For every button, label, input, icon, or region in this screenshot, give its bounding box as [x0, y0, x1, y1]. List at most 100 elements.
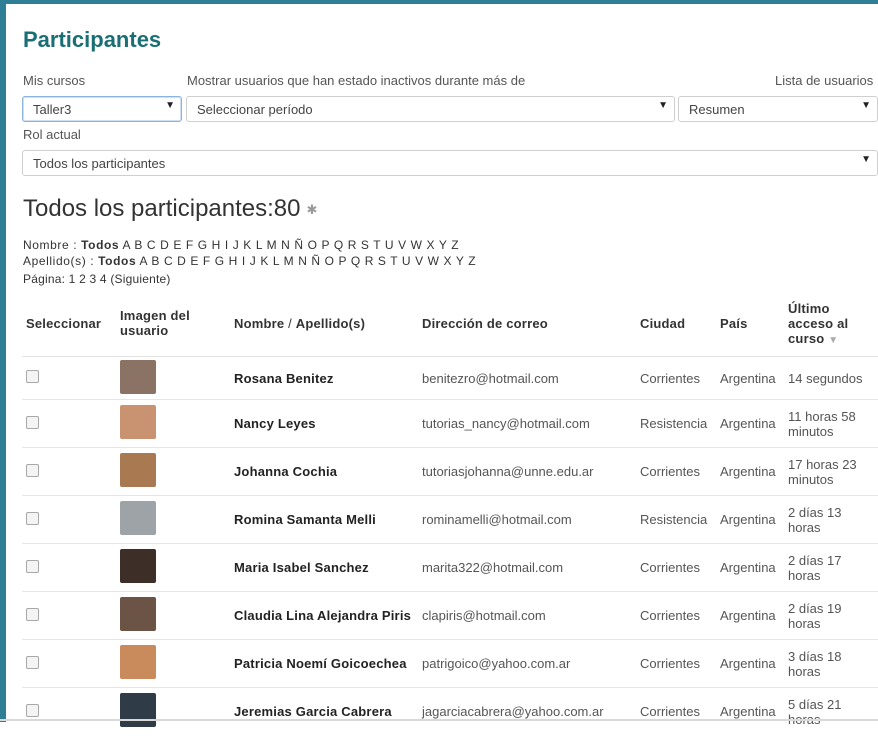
header-first-name[interactable]: Nombre — [234, 316, 284, 331]
user-avatar[interactable] — [120, 645, 156, 679]
last-name-filter-letter-link[interactable]: A — [140, 254, 148, 268]
last-name-filter-letter-link[interactable]: P — [339, 254, 347, 268]
first-name-filter-letter-link[interactable]: A — [122, 238, 130, 252]
select-checkbox[interactable] — [26, 655, 39, 669]
first-name-filter-letter-link[interactable]: K — [243, 238, 252, 252]
last-name-filter-letter-link[interactable]: R — [365, 254, 374, 268]
user-avatar[interactable] — [120, 501, 156, 535]
header-city[interactable]: Ciudad — [636, 290, 716, 357]
gear-icon[interactable]: ✱ — [307, 202, 318, 217]
user-avatar[interactable] — [120, 549, 156, 583]
first-name-filter-letter-link[interactable]: E — [173, 238, 182, 252]
first-name-filter-letter-link[interactable]: U — [385, 238, 394, 252]
last-name-filter-letter-link[interactable]: Q — [351, 254, 361, 268]
header-select[interactable]: Seleccionar — [22, 290, 116, 357]
select-checkbox[interactable] — [26, 370, 39, 383]
next-page-link[interactable]: (Siguiente) — [110, 272, 170, 286]
last-name-filter-letter-link[interactable]: G — [215, 254, 225, 268]
first-name-filter-letter-link[interactable]: J — [233, 238, 240, 252]
last-name-filter-letter-link[interactable]: D — [177, 254, 186, 268]
first-name-filter-letter-link[interactable]: X — [427, 238, 436, 252]
user-avatar[interactable] — [120, 359, 156, 394]
header-country[interactable]: País — [716, 290, 784, 357]
last-name-filter-letter-link[interactable]: F — [203, 254, 211, 268]
last-name-filter-letter-link[interactable]: K — [260, 254, 269, 268]
user-name[interactable]: Jeremias Garcia Cabrera — [230, 687, 418, 736]
last-name-filter-letter-link[interactable]: M — [284, 254, 295, 268]
user-name[interactable]: Nancy Leyes — [230, 399, 418, 448]
first-name-filter-letter-link[interactable]: I — [225, 238, 229, 252]
last-name-filter-letter-link[interactable]: T — [390, 254, 398, 268]
header-last-access[interactable]: Último acceso al curso ▼ — [784, 290, 878, 357]
first-name-filter-letter-link[interactable]: W — [411, 238, 423, 252]
first-name-filter-letter-link[interactable]: C — [147, 238, 156, 252]
first-name-filter-letter-link[interactable]: Q — [334, 238, 344, 252]
first-name-filter-letter-link[interactable]: Ñ — [294, 238, 303, 252]
first-name-filter-letter-link[interactable]: G — [198, 238, 208, 252]
last-name-filter-letter-link[interactable]: S — [378, 254, 387, 268]
first-name-filter-letter-link[interactable]: B — [134, 238, 143, 252]
period-select[interactable]: Seleccionar período ▼ — [186, 96, 675, 122]
header-last-name[interactable]: Apellido(s) — [296, 316, 365, 331]
last-name-filter-letter-link[interactable]: V — [415, 254, 424, 268]
user-name[interactable]: Romina Samanta Melli — [230, 495, 418, 544]
first-name-filter-letter-link[interactable]: D — [160, 238, 169, 252]
header-last-access-label[interactable]: Último acceso al curso — [788, 301, 848, 346]
user-name[interactable]: Patricia Noemí Goicoechea — [230, 639, 418, 688]
last-name-filter-letter-link[interactable]: X — [444, 254, 453, 268]
course-select[interactable]: Taller3 ▼ — [22, 96, 182, 122]
last-name-filter-letter-link[interactable]: C — [164, 254, 173, 268]
page-link[interactable]: 1 — [69, 272, 76, 286]
user-name[interactable]: Claudia Lina Alejandra Piris — [230, 591, 418, 640]
last-name-filter-letter-link[interactable]: J — [250, 254, 257, 268]
user-avatar[interactable] — [120, 693, 156, 728]
first-name-filter-letter-link[interactable]: P — [321, 238, 329, 252]
header-name[interactable]: Nombre / Apellido(s) — [230, 290, 418, 357]
last-name-filter-letter-link[interactable]: N — [298, 254, 307, 268]
select-checkbox[interactable] — [26, 511, 39, 525]
page-link[interactable]: 2 — [79, 272, 86, 286]
select-cell — [22, 399, 116, 448]
select-checkbox[interactable] — [26, 463, 39, 477]
first-name-filter-all-link[interactable]: Todos — [81, 238, 119, 252]
user-list-select[interactable]: Resumen ▼ — [678, 96, 878, 122]
select-checkbox[interactable] — [26, 415, 39, 429]
last-name-filter-letter-link[interactable]: U — [402, 254, 411, 268]
page-link[interactable]: 3 — [90, 272, 97, 286]
last-name-filter-letter-link[interactable]: B — [151, 254, 160, 268]
select-checkbox[interactable] — [26, 703, 39, 717]
last-name-filter-letter-link[interactable]: I — [242, 254, 246, 268]
first-name-filter-letter-link[interactable]: T — [373, 238, 381, 252]
last-name-filter-letter-link[interactable]: W — [428, 254, 440, 268]
select-checkbox[interactable] — [26, 607, 39, 621]
last-name-filter-letter-link[interactable]: O — [325, 254, 335, 268]
user-avatar[interactable] — [120, 597, 156, 631]
first-name-filter-letter-link[interactable]: R — [348, 238, 357, 252]
last-name-filter-letter-link[interactable]: Y — [456, 254, 464, 268]
user-avatar[interactable] — [120, 453, 156, 487]
last-name-filter-letter-link[interactable]: L — [273, 254, 280, 268]
first-name-filter-letter-link[interactable]: N — [281, 238, 290, 252]
first-name-filter-letter-link[interactable]: V — [398, 238, 407, 252]
user-name[interactable]: Rosana Benitez — [230, 356, 418, 400]
user-avatar[interactable] — [120, 405, 156, 439]
last-name-filter-all-link[interactable]: Todos — [98, 254, 136, 268]
last-name-filter-letter-link[interactable]: H — [229, 254, 238, 268]
user-name[interactable]: Johanna Cochia — [230, 447, 418, 496]
first-name-filter-letter-link[interactable]: F — [186, 238, 194, 252]
select-checkbox[interactable] — [26, 559, 39, 573]
role-select[interactable]: Todos los participantes ▼ — [22, 150, 878, 176]
user-name[interactable]: Maria Isabel Sanchez — [230, 543, 418, 592]
first-name-filter-letter-link[interactable]: L — [256, 238, 263, 252]
page-link[interactable]: 4 — [100, 272, 107, 286]
first-name-filter-letter-link[interactable]: H — [212, 238, 221, 252]
first-name-filter-letter-link[interactable]: O — [308, 238, 318, 252]
first-name-filter-letter-link[interactable]: Z — [451, 238, 459, 252]
first-name-filter-letter-link[interactable]: M — [267, 238, 278, 252]
first-name-filter-letter-link[interactable]: S — [361, 238, 370, 252]
header-email[interactable]: Dirección de correo — [418, 290, 636, 357]
last-name-filter-letter-link[interactable]: Ñ — [311, 254, 320, 268]
last-name-filter-letter-link[interactable]: E — [190, 254, 199, 268]
last-name-filter-letter-link[interactable]: Z — [468, 254, 476, 268]
first-name-filter-letter-link[interactable]: Y — [439, 238, 447, 252]
